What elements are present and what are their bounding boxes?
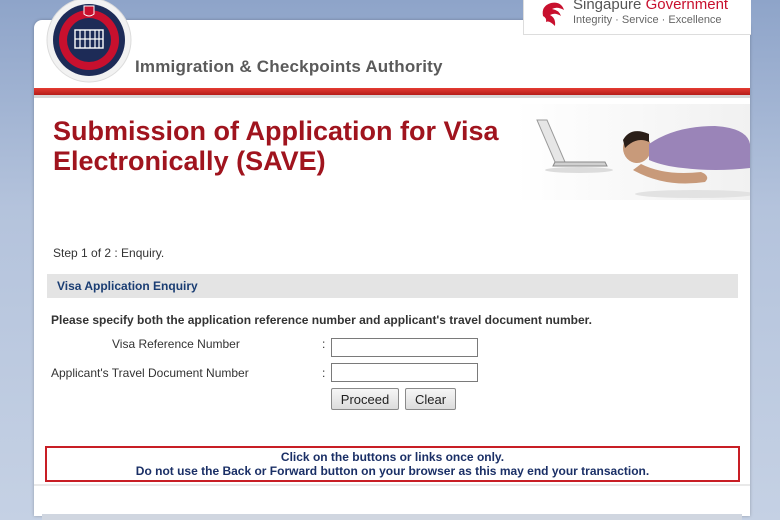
page-title: Submission of Application for Visa Elect… xyxy=(53,116,523,176)
agency-name: Immigration & Checkpoints Authority xyxy=(135,57,443,76)
notice-line1: Click on the buttons or links once only. xyxy=(280,450,505,464)
page-title-line2: Electronically (SAVE) xyxy=(53,146,326,176)
travel-doc-colon: : xyxy=(322,366,326,380)
step-indicator: Step 1 of 2 : Enquiry. xyxy=(53,246,165,260)
clear-button[interactable]: Clear xyxy=(405,388,456,410)
gov-title-part2: Government xyxy=(645,0,729,13)
gov-tagline: Integrity · Service · Excellence xyxy=(573,14,722,26)
lion-head-icon xyxy=(542,2,564,26)
proceed-button[interactable]: Proceed xyxy=(331,388,399,410)
visa-ref-colon: : xyxy=(322,337,326,351)
footer-divider xyxy=(34,484,750,486)
visa-reference-input[interactable] xyxy=(331,338,478,357)
travel-document-input[interactable] xyxy=(331,363,478,382)
header-divider-shadow xyxy=(34,95,750,98)
visa-ref-label: Visa Reference Number xyxy=(112,337,240,351)
page-title-line1: Submission of Application for Visa xyxy=(53,116,499,146)
ica-logo xyxy=(46,0,132,83)
section-title: Visa Application Enquiry xyxy=(57,279,198,293)
header-divider xyxy=(34,88,750,95)
bottom-shadow-strip xyxy=(42,514,742,520)
banner-image xyxy=(515,104,750,200)
form-instruction: Please specify both the application refe… xyxy=(51,313,592,327)
notice-line2: Do not use the Back or Forward button on… xyxy=(135,464,650,478)
travel-doc-label: Applicant's Travel Document Number xyxy=(51,366,249,380)
warning-notice: Click on the buttons or links once only.… xyxy=(45,446,740,482)
gov-title-part1: Singapure xyxy=(573,0,642,13)
gov-title: Singapure Government xyxy=(573,0,728,13)
